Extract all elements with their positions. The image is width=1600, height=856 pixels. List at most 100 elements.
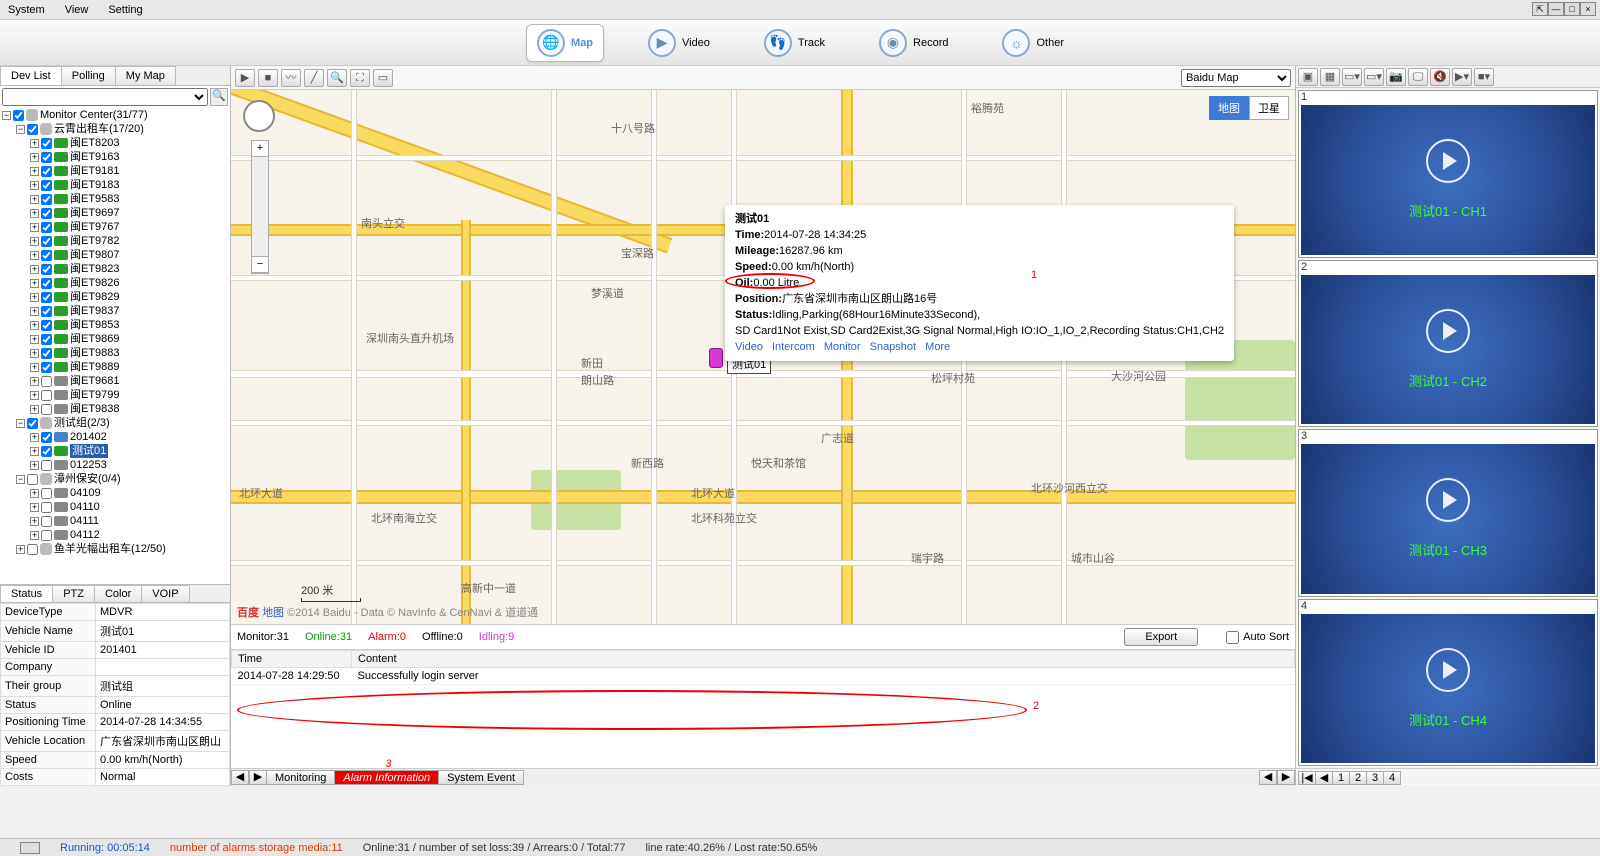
expand-icon[interactable]: + bbox=[30, 237, 39, 246]
tool-stop-icon[interactable]: ■ bbox=[258, 69, 278, 87]
device-search-select[interactable] bbox=[2, 88, 208, 106]
tool-polyline-icon[interactable]: 〰 bbox=[281, 69, 301, 87]
device-tree[interactable]: −Monitor Center(31/77)−云霄出租车(17/20)+闽ET8… bbox=[0, 108, 230, 584]
tree-node[interactable]: +闽ET9838 bbox=[0, 402, 230, 416]
menu-setting[interactable]: Setting bbox=[108, 4, 142, 16]
tree-checkbox[interactable] bbox=[41, 362, 52, 373]
tree-checkbox[interactable] bbox=[13, 110, 24, 121]
tool-window-icon[interactable]: ▭ bbox=[373, 69, 393, 87]
tab-status[interactable]: Status bbox=[0, 585, 53, 602]
expand-icon[interactable]: + bbox=[30, 447, 39, 456]
expand-icon[interactable]: + bbox=[30, 321, 39, 330]
expand-icon[interactable]: + bbox=[30, 195, 39, 204]
expand-icon[interactable]: + bbox=[30, 349, 39, 358]
tool-line-icon[interactable]: ╱ bbox=[304, 69, 324, 87]
tree-checkbox[interactable] bbox=[41, 488, 52, 499]
expand-icon[interactable]: − bbox=[16, 125, 25, 134]
vt-play-icon[interactable]: ▶▾ bbox=[1452, 68, 1472, 86]
tree-node[interactable]: +闽ET9826 bbox=[0, 276, 230, 290]
popup-link-monitor[interactable]: Monitor bbox=[824, 341, 861, 353]
tab-my-map[interactable]: My Map bbox=[115, 66, 176, 85]
video-cell[interactable]: 2 测试01 - CH2 bbox=[1298, 260, 1598, 428]
expand-icon[interactable]: + bbox=[30, 503, 39, 512]
play-icon[interactable] bbox=[1426, 309, 1470, 353]
expand-icon[interactable]: + bbox=[30, 405, 39, 414]
win-close-icon[interactable]: × bbox=[1580, 2, 1596, 16]
map-provider-select[interactable]: Baidu Map bbox=[1181, 69, 1291, 87]
tree-node[interactable]: −测试组(2/3) bbox=[0, 416, 230, 430]
tree-node[interactable]: +闽ET9807 bbox=[0, 248, 230, 262]
vt-grid1-icon[interactable]: ▣ bbox=[1298, 68, 1318, 86]
vp-3[interactable]: 3 bbox=[1366, 771, 1384, 785]
tree-node[interactable]: +04109 bbox=[0, 486, 230, 500]
map-pan-control[interactable] bbox=[243, 100, 275, 132]
win-min-icon[interactable]: — bbox=[1548, 2, 1564, 16]
expand-icon[interactable]: + bbox=[30, 279, 39, 288]
tab-monitoring[interactable]: Monitoring bbox=[267, 770, 335, 785]
tree-node[interactable]: +闽ET9681 bbox=[0, 374, 230, 388]
tree-node[interactable]: +闽ET9837 bbox=[0, 304, 230, 318]
win-restore-icon[interactable]: ⇱ bbox=[1532, 2, 1548, 16]
tree-checkbox[interactable] bbox=[27, 124, 38, 135]
expand-icon[interactable]: + bbox=[30, 531, 39, 540]
tree-checkbox[interactable] bbox=[41, 502, 52, 513]
tree-node[interactable]: +闽ET9782 bbox=[0, 234, 230, 248]
tree-node[interactable]: +闽ET9869 bbox=[0, 332, 230, 346]
expand-icon[interactable]: − bbox=[16, 475, 25, 484]
expand-icon[interactable]: + bbox=[30, 489, 39, 498]
tree-checkbox[interactable] bbox=[41, 516, 52, 527]
popup-link-snapshot[interactable]: Snapshot bbox=[870, 341, 916, 353]
expand-icon[interactable]: + bbox=[30, 223, 39, 232]
play-icon[interactable] bbox=[1426, 648, 1470, 692]
tab-color[interactable]: Color bbox=[94, 585, 142, 602]
tree-node[interactable]: −漳州保安(0/4) bbox=[0, 472, 230, 486]
tree-node[interactable]: +04111 bbox=[0, 514, 230, 528]
tool-zoom-icon[interactable]: 🔍 bbox=[327, 69, 347, 87]
tree-node[interactable]: +闽ET9853 bbox=[0, 318, 230, 332]
expand-icon[interactable]: + bbox=[30, 391, 39, 400]
tree-checkbox[interactable] bbox=[27, 418, 38, 429]
video-cell[interactable]: 1 测试01 - CH1 bbox=[1298, 90, 1598, 258]
tree-node[interactable]: +闽ET9767 bbox=[0, 220, 230, 234]
tree-checkbox[interactable] bbox=[41, 334, 52, 345]
main-tab-map[interactable]: 🌐Map bbox=[526, 24, 604, 62]
tree-checkbox[interactable] bbox=[41, 194, 52, 205]
vt-snapshot-icon[interactable]: 📷 bbox=[1386, 68, 1406, 86]
tool-cursor-icon[interactable]: ▶ bbox=[235, 69, 255, 87]
tree-node[interactable]: +04110 bbox=[0, 500, 230, 514]
tab-polling[interactable]: Polling bbox=[61, 66, 116, 85]
menu-view[interactable]: View bbox=[65, 4, 89, 16]
tab-dev-list[interactable]: Dev List bbox=[0, 66, 62, 85]
popup-link-video[interactable]: Video bbox=[735, 341, 763, 353]
tree-checkbox[interactable] bbox=[41, 348, 52, 359]
tree-node[interactable]: +闽ET9697 bbox=[0, 206, 230, 220]
tree-node[interactable]: +闽ET9583 bbox=[0, 192, 230, 206]
map-type-satellite[interactable]: 卫星 bbox=[1249, 96, 1289, 120]
menu-system[interactable]: System bbox=[8, 4, 45, 16]
tree-checkbox[interactable] bbox=[41, 166, 52, 177]
event-row[interactable]: 2014-07-28 14:29:50 Successfully login s… bbox=[232, 668, 1295, 685]
expand-icon[interactable]: + bbox=[30, 461, 39, 470]
vp-4[interactable]: 4 bbox=[1383, 771, 1401, 785]
expand-icon[interactable]: + bbox=[30, 167, 39, 176]
tree-node[interactable]: +鱼羊光幅出租车(12/50) bbox=[0, 542, 230, 556]
vt-layout2-icon[interactable]: ▭▾ bbox=[1364, 68, 1384, 86]
tree-node[interactable]: −云霄出租车(17/20) bbox=[0, 122, 230, 136]
col-time[interactable]: Time bbox=[232, 651, 352, 668]
vehicle-marker[interactable] bbox=[709, 348, 723, 368]
expand-icon[interactable]: − bbox=[2, 111, 11, 120]
footer-icon[interactable] bbox=[20, 842, 40, 854]
tree-checkbox[interactable] bbox=[41, 390, 52, 401]
tree-checkbox[interactable] bbox=[41, 138, 52, 149]
expand-icon[interactable]: + bbox=[30, 209, 39, 218]
expand-icon[interactable]: + bbox=[30, 181, 39, 190]
tree-node[interactable]: +闽ET9889 bbox=[0, 360, 230, 374]
tree-node[interactable]: +测试01 bbox=[0, 444, 230, 458]
vp-prev-icon[interactable]: ◀ bbox=[1315, 771, 1333, 785]
popup-link-more[interactable]: More bbox=[925, 341, 950, 353]
expand-icon[interactable]: − bbox=[16, 419, 25, 428]
vp-first-icon[interactable]: |◀ bbox=[1298, 771, 1316, 785]
scroll-right2-icon[interactable]: ▶ bbox=[1277, 770, 1295, 785]
tree-node[interactable]: +闽ET9181 bbox=[0, 164, 230, 178]
tool-fullscreen-icon[interactable]: ⛶ bbox=[350, 69, 370, 87]
